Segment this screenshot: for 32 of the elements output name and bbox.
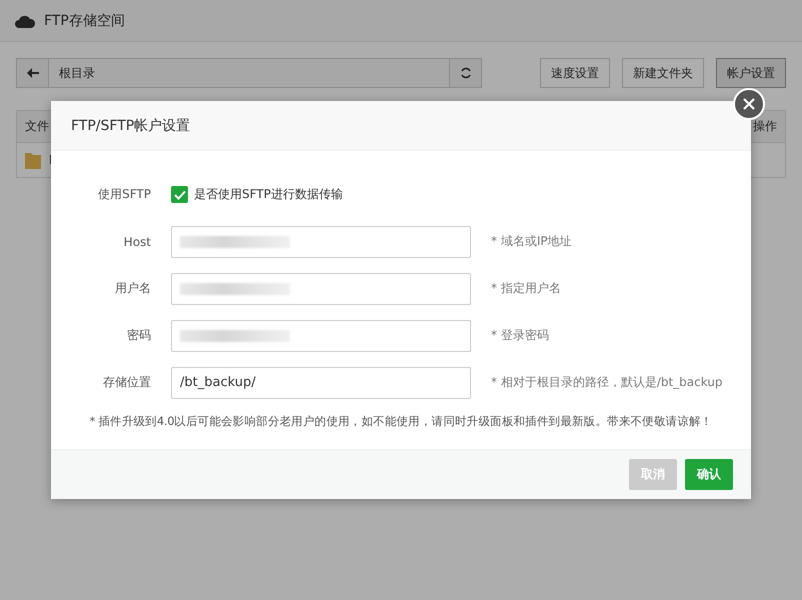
field-hint: * 相对于根目录的路径，默认是/bt_backup [491, 374, 723, 391]
refresh-icon [460, 67, 472, 79]
field-label: 使用SFTP [97, 186, 151, 203]
toolbar-button[interactable]: 帐户设置 [716, 58, 786, 88]
close-icon [743, 98, 755, 110]
window-title: FTP存储空间 [44, 12, 125, 30]
input-field[interactable]: /bt_backup/ [171, 366, 471, 398]
notice-text: * 插件升级到4.0以后可能会影响部分老用户的使用，如不能使用，请同时升级面板和插件到最新版。带来不便敬请谅解！ [88, 414, 714, 429]
file-name[interactable]: l [49, 153, 52, 167]
back-button[interactable] [17, 59, 49, 87]
field-label: 密码 [126, 327, 151, 344]
field-label: Host [122, 234, 151, 248]
breadcrumb-link[interactable]: 根目录 [49, 59, 105, 87]
field-hint: * 域名或IP地址 [491, 233, 572, 250]
checkbox-label: 是否使用SFTP进行数据传输 [194, 186, 343, 203]
checkbox[interactable] [171, 186, 188, 203]
field-hint: * 指定用户名 [491, 280, 561, 297]
input-field[interactable] [171, 272, 471, 304]
toolbar-button[interactable]: 速度设置 [540, 58, 610, 88]
input-field[interactable] [171, 226, 471, 258]
column-header: 操作 [753, 118, 777, 135]
toolbar-button[interactable]: 新建文件夹 [622, 58, 704, 88]
folder-icon [25, 151, 41, 169]
close-button[interactable] [733, 88, 765, 120]
back-arrow-icon [26, 68, 38, 78]
input-field[interactable] [171, 320, 471, 352]
field-label: 存储位置 [102, 374, 151, 391]
dialog-title: FTP/SFTP帐户设置 [71, 116, 190, 134]
field-label: 用户名 [114, 280, 151, 297]
column-header: 文件 [25, 118, 49, 135]
field-hint: * 登录密码 [491, 327, 549, 344]
refresh-button[interactable] [449, 59, 481, 87]
